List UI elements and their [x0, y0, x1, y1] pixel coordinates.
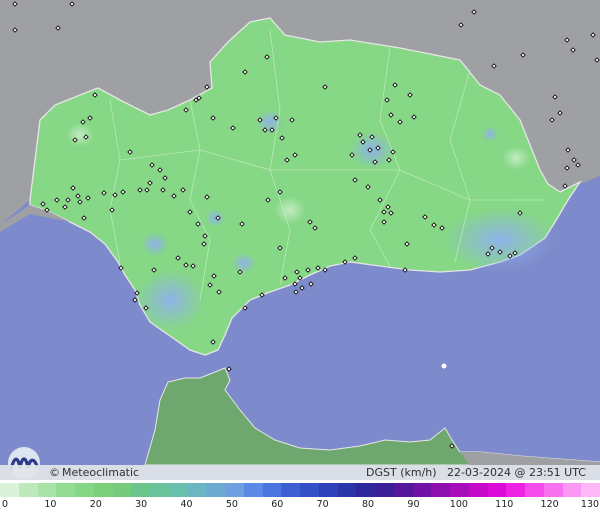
date-label: 22-03-2024	[447, 466, 511, 479]
scale-swatch	[187, 483, 207, 497]
scale-swatch	[468, 483, 488, 497]
color-scale-ticks: 0 10 20 30 40 50 60 70 80 90 100 110 120 130	[0, 499, 600, 513]
scale-swatch	[168, 483, 188, 497]
scale-tick-label: 10	[44, 499, 57, 510]
station-map	[0, 0, 600, 465]
scale-swatch	[337, 483, 357, 497]
brand: © Meteoclimatic	[49, 465, 139, 480]
color-scale: 0 10 20 30 40 50 60 70 80 90 100 110 120 130	[0, 480, 600, 517]
scale-swatch	[300, 483, 319, 497]
scale-swatch	[375, 483, 394, 497]
scale-tick-label: 90	[407, 499, 420, 510]
scale-swatch	[450, 483, 469, 497]
scale-swatch	[0, 483, 19, 497]
scale-swatch	[506, 483, 525, 497]
brand-name: Meteoclimatic	[62, 466, 140, 479]
time-label: 23:51 UTC	[528, 466, 586, 479]
scale-tick-label: 100	[449, 499, 468, 510]
scale-swatch	[581, 483, 600, 497]
scale-swatch	[18, 483, 38, 497]
scale-swatch	[131, 483, 150, 497]
scale-swatch	[431, 483, 450, 497]
scale-swatch	[206, 483, 225, 497]
scale-swatch	[412, 483, 432, 497]
at-symbol: @	[514, 466, 526, 479]
scale-swatch	[243, 483, 263, 497]
island-marker	[441, 363, 447, 369]
scale-swatch	[562, 483, 582, 497]
scale-swatch	[318, 483, 338, 497]
scale-swatch	[112, 483, 132, 497]
scale-tick-label: 0	[1, 499, 9, 510]
scale-swatch	[356, 483, 375, 497]
scale-tick-label: 130	[580, 499, 600, 510]
color-scale-bar	[0, 483, 600, 497]
scale-tick-label: 110	[495, 499, 514, 510]
map-caption: © Meteoclimatic DGST (km/h) 22-03-2024 @ …	[0, 465, 600, 480]
copyright-symbol: ©	[49, 466, 60, 479]
scale-swatch	[487, 483, 507, 497]
variable-timestamp: DGST (km/h) 22-03-2024 @ 23:51 UTC	[366, 465, 586, 480]
scale-swatch	[281, 483, 300, 497]
scale-tick-label: 60	[271, 499, 284, 510]
scale-tick-label: 30	[135, 499, 148, 510]
variable-label: DGST (km/h)	[366, 466, 437, 479]
scale-swatch	[93, 483, 113, 497]
scale-swatch	[150, 483, 169, 497]
scale-tick-label: 40	[180, 499, 193, 510]
scale-swatch	[525, 483, 544, 497]
scale-tick-label: 50	[225, 499, 238, 510]
scale-swatch	[75, 483, 94, 497]
scale-swatch	[543, 483, 563, 497]
scale-tick-label: 20	[89, 499, 102, 510]
scale-swatch	[225, 483, 244, 497]
scale-swatch	[37, 483, 57, 497]
scale-swatch	[262, 483, 282, 497]
scale-tick-label: 80	[362, 499, 375, 510]
scale-swatch	[393, 483, 413, 497]
scale-tick-label: 120	[540, 499, 559, 510]
scale-swatch	[56, 483, 75, 497]
scale-tick-label: 70	[316, 499, 329, 510]
